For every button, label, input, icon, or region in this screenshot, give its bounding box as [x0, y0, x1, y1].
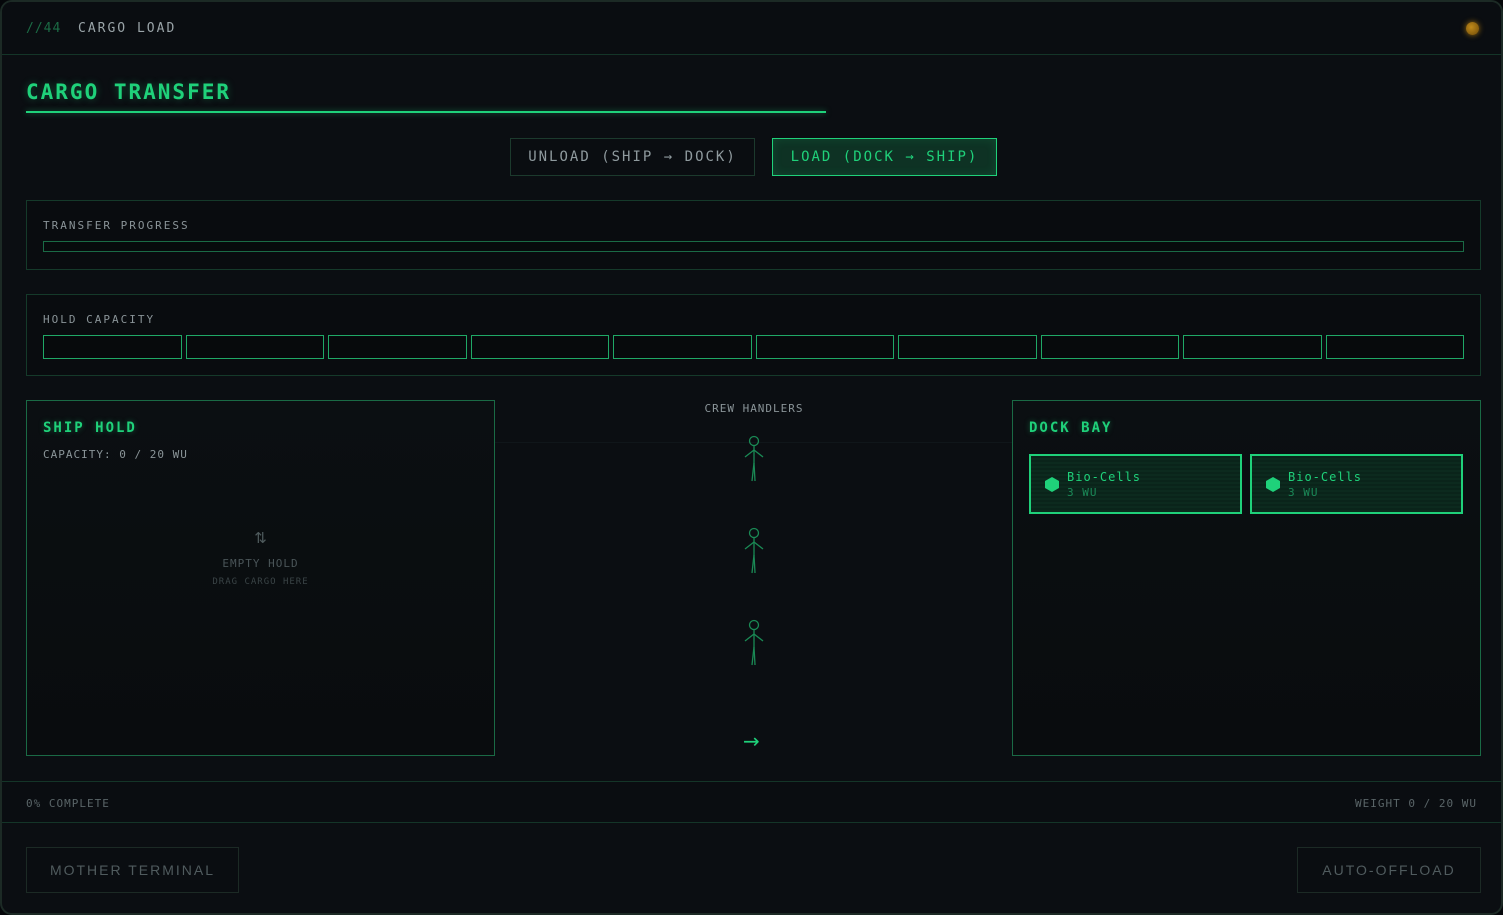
capacity-segment — [613, 335, 752, 359]
transfer-progress-label: TRANSFER PROGRESS — [43, 219, 190, 232]
capacity-segment — [1040, 335, 1179, 359]
dock-bay-title: DOCK BAY — [1029, 420, 1113, 436]
cargo-weight: 3 WU — [1288, 486, 1319, 499]
transfer-direction-arrow-icon: → — [743, 729, 760, 753]
transfer-progress-bar — [43, 241, 1464, 252]
status-bar: 0% COMPLETE WEIGHT 0 / 20 WU — [2, 781, 1501, 823]
capacity-segment — [470, 335, 609, 359]
hold-capacity-meter — [43, 335, 1464, 359]
completion-status: 0% COMPLETE — [26, 797, 110, 810]
ship-hold-title: SHIP HOLD — [43, 420, 137, 436]
weight-status: WEIGHT 0 / 20 WU — [1355, 797, 1477, 810]
capacity-segment — [755, 335, 894, 359]
unload-mode-button[interactable]: UNLOAD (SHIP → DOCK) — [510, 138, 755, 176]
dock-cargo-list: Bio-Cells 3 WU Bio-Cells 3 WU — [1029, 454, 1463, 514]
page-title: CARGO TRANSFER — [26, 80, 232, 104]
capacity-segment — [43, 335, 182, 359]
crew-handler-icon — [742, 527, 766, 575]
crew-handler-icon — [742, 435, 766, 483]
auto-offload-button[interactable]: AUTO-OFFLOAD — [1297, 847, 1481, 893]
empty-hold-placeholder: ⇅ EMPTY HOLD DRAG CARGO HERE — [27, 529, 494, 587]
hold-capacity-label: HOLD CAPACITY — [43, 313, 156, 326]
cargo-item[interactable]: Bio-Cells 3 WU — [1029, 454, 1242, 514]
cargo-hexagon-icon — [1266, 477, 1280, 492]
capacity-segment — [328, 335, 467, 359]
ship-hold-capacity: CAPACITY: 0 / 20 WU — [43, 448, 188, 461]
crew-handler-icon — [742, 619, 766, 667]
cargo-hexagon-icon — [1045, 477, 1059, 492]
title-underline — [26, 111, 826, 113]
empty-hold-title: EMPTY HOLD — [222, 557, 299, 570]
status-indicator-icon — [1466, 22, 1479, 35]
ship-hold-dropzone[interactable]: SHIP HOLD CAPACITY: 0 / 20 WU ⇅ EMPTY HO… — [26, 400, 495, 756]
top-bar: //44 CARGO LOAD — [2, 2, 1501, 55]
capacity-segment — [1183, 335, 1322, 359]
transfer-progress-panel: TRANSFER PROGRESS — [26, 200, 1481, 270]
hold-capacity-panel: HOLD CAPACITY — [26, 294, 1481, 376]
capacity-segment — [1325, 335, 1464, 359]
terminal-code: //44 — [26, 21, 62, 36]
capacity-segment — [185, 335, 324, 359]
dock-bay-panel[interactable]: DOCK BAY Bio-Cells 3 WU Bio-Cells 3 WU — [1012, 400, 1481, 756]
empty-hold-hint: DRAG CARGO HERE — [212, 577, 309, 587]
capacity-segment — [898, 335, 1037, 359]
cargo-item[interactable]: Bio-Cells 3 WU — [1250, 454, 1463, 514]
transfer-arrows-icon: ⇅ — [254, 529, 267, 547]
window-title: CARGO LOAD — [78, 21, 177, 36]
cargo-name: Bio-Cells — [1288, 470, 1363, 484]
cargo-name: Bio-Cells — [1067, 470, 1142, 484]
crew-handlers-label: CREW HANDLERS — [704, 402, 804, 415]
mother-terminal-button[interactable]: MOTHER TERMINAL — [26, 847, 239, 893]
cargo-load-window: //44 CARGO LOAD CARGO TRANSFER UNLOAD (S… — [0, 0, 1503, 915]
load-mode-button[interactable]: LOAD (DOCK → SHIP) — [772, 138, 997, 176]
cargo-weight: 3 WU — [1067, 486, 1098, 499]
